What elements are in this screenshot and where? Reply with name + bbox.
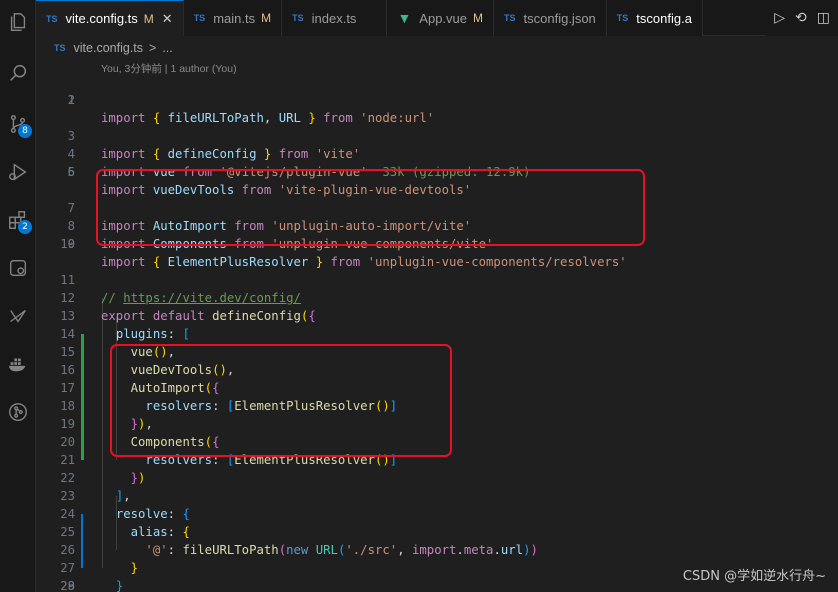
source-control-icon[interactable]: 8 [0, 106, 36, 142]
breadcrumb-more[interactable]: ... [162, 41, 172, 55]
code-line: 1 import { fileURLToPath, URL } from 'no… [36, 73, 838, 125]
split-editor-icon[interactable]: ◫ [817, 10, 830, 26]
editor-actions: ▷ ⟲ ◫ [766, 0, 838, 36]
tab-tsconfig-json[interactable]: TS tsconfig.json [494, 0, 607, 36]
tab-app-vue[interactable]: ▼ App.vue M [387, 0, 494, 36]
typescript-icon: TS [504, 13, 516, 23]
remote-explorer-icon[interactable] [0, 250, 36, 286]
extensions-icon[interactable]: 2 [0, 202, 36, 238]
code-line: 5 import vueDevTools from 'vite-plugin-v… [36, 145, 838, 197]
vue-icon: ▼ [397, 10, 412, 26]
git-graph-icon[interactable] [0, 298, 36, 334]
line-number: 10 [60, 237, 75, 251]
breadcrumb: TS vite.config.ts > ... [36, 37, 838, 59]
code-editor[interactable]: 1 import { fileURLToPath, URL } from 'no… [36, 73, 838, 592]
code-line: 11 // https://vite.dev/config/ [36, 253, 838, 305]
git-lens-icon[interactable] [0, 394, 36, 430]
explorer-icon[interactable] [0, 4, 36, 40]
line-number: 2 [67, 93, 75, 107]
close-icon[interactable]: ✕ [162, 11, 173, 27]
code-line: 25 '@': fileURLToPath(new URL('./src', i… [36, 505, 838, 557]
code-line: 24 alias: { [36, 487, 838, 539]
typescript-icon: TS [54, 43, 66, 53]
tab-main-ts[interactable]: TS main.ts M [183, 0, 283, 36]
line-number: 6 [67, 165, 75, 179]
tab-label: App.vue [419, 10, 467, 26]
tab-vite-config[interactable]: TS vite.config.ts M ✕ [36, 0, 184, 36]
code-line: 23 resolve: { [36, 469, 838, 521]
editor-tab-bar: TS vite.config.ts M ✕ TS main.ts M TS in… [36, 0, 838, 36]
code-line: 27 } [36, 541, 838, 592]
search-icon[interactable] [0, 55, 36, 91]
highlight-box-plugins [110, 344, 452, 457]
highlight-box-imports [96, 169, 645, 246]
tab-label: tsconfig.a [636, 10, 692, 26]
tab-label: main.ts [213, 10, 256, 26]
tab-label: tsconfig.json [523, 10, 596, 26]
typescript-icon: TS [292, 13, 304, 23]
activity-bar: 8 2 [0, 0, 36, 592]
watermark: CSDN @学如逆水行舟~ [682, 569, 826, 584]
code-line: 26 } [36, 523, 838, 575]
breadcrumb-separator: > [149, 41, 157, 55]
code-line: 3 import { defineConfig } from 'vite' [36, 109, 838, 161]
breadcrumb-file[interactable]: vite.config.ts [74, 41, 143, 55]
code-line: 12 export default defineConfig({ [36, 271, 838, 323]
code-line: 14 vue(), [36, 307, 838, 359]
code-line: 2 [36, 91, 838, 109]
tab-label: index.ts [311, 10, 357, 26]
code-line: 15 vueDevTools(), [36, 325, 838, 377]
modified-indicator: M [473, 11, 483, 25]
run-debug-icon[interactable] [0, 154, 36, 190]
typescript-icon: TS [616, 13, 629, 23]
tab-tsconfig-app[interactable]: TS tsconfig.a [606, 0, 703, 36]
tab-label: vite.config.ts [65, 11, 138, 26]
typescript-icon: TS [46, 13, 58, 24]
docker-icon[interactable] [0, 346, 36, 382]
run-icon[interactable]: ▷ [774, 10, 785, 26]
code-line: 4 import vue from '@vitejs/plugin-vue' 3… [36, 127, 838, 179]
tab-index-ts[interactable]: TS index.ts [282, 0, 388, 36]
line-number: 29 [60, 579, 75, 592]
code-line: 13 plugins: [ [36, 289, 838, 341]
typescript-icon: TS [193, 13, 206, 23]
source-control-badge: 8 [18, 124, 32, 138]
timeline-icon[interactable]: ⟲ [795, 10, 807, 26]
extensions-badge: 2 [18, 220, 32, 234]
modified-indicator: M [261, 11, 272, 25]
modified-indicator: M [143, 11, 154, 26]
